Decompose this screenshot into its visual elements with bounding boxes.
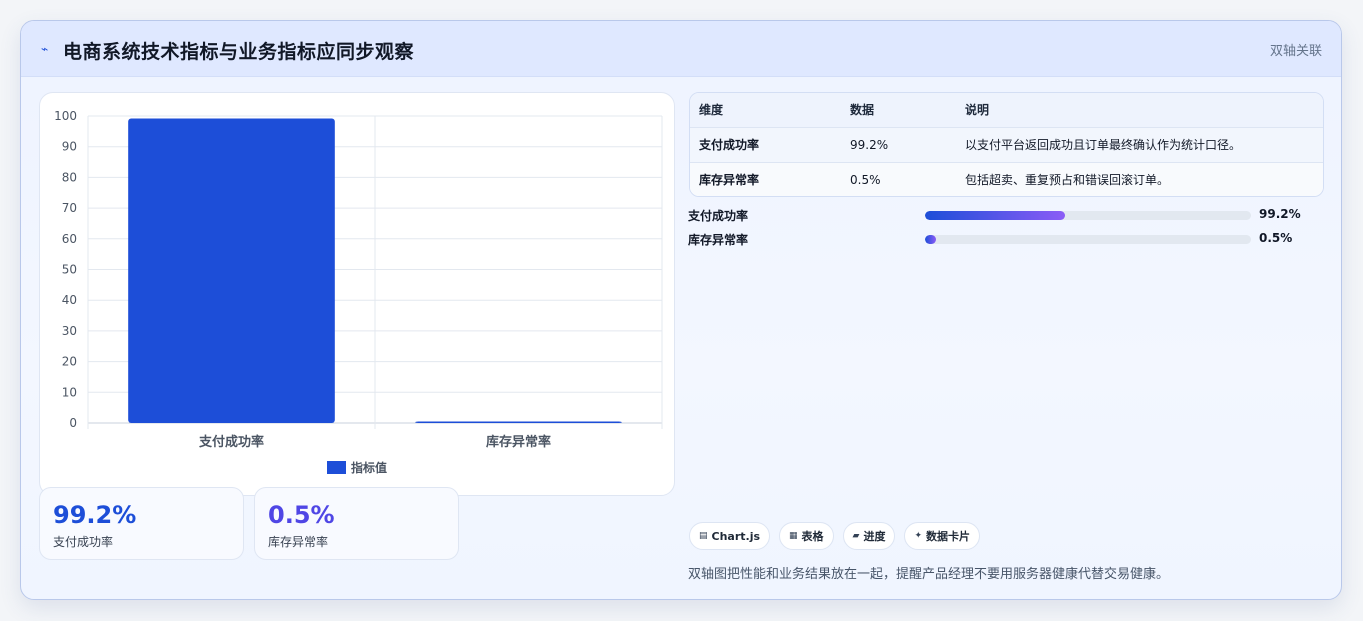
table-cell: 以支付平台返回成功且订单最终确认作为统计口径。 bbox=[965, 138, 1242, 152]
stat-card-inventory: 0.5% 库存异常率 bbox=[254, 487, 459, 560]
progress-value: 0.5% bbox=[1259, 231, 1293, 245]
chart-icon: ▤ bbox=[699, 531, 708, 541]
y-tick-label: 100 bbox=[54, 109, 77, 123]
metrics-table: 维度 数据 说明 支付成功率 99.2% 以支付平台返回成功且订单最终确认作为统… bbox=[689, 92, 1324, 197]
bar-chart: 1009080706050403020100支付成功率 库存异常率指标值 bbox=[54, 109, 663, 475]
table-cell: 支付成功率 bbox=[699, 138, 760, 152]
stat-value: 0.5% bbox=[268, 501, 335, 529]
table-icon: ▦ bbox=[789, 531, 798, 541]
tag-label: 数据卡片 bbox=[926, 530, 971, 543]
tag-label: 进度 bbox=[863, 530, 886, 543]
card-header: ⌁ 电商系统技术指标与业务指标应同步观察 双轴关联 bbox=[21, 21, 1341, 77]
y-tick-label: 60 bbox=[62, 232, 77, 246]
footnote: 双轴图把性能和业务结果放在一起，提醒产品经理不要用服务器健康代替交易健康。 bbox=[688, 567, 1170, 582]
progress-value: 99.2% bbox=[1259, 207, 1301, 221]
table-cell: 99.2% bbox=[850, 137, 889, 152]
progress-track bbox=[925, 235, 1251, 244]
progress-label: 库存异常率 bbox=[688, 233, 749, 247]
tag-label: Chart.js bbox=[711, 529, 761, 543]
column-header: 维度 bbox=[699, 103, 724, 118]
x-tick-label: 库存异常率 bbox=[486, 434, 551, 450]
tag-progress[interactable]: ▰ 进度 bbox=[842, 522, 896, 550]
legend-label: 指标值 bbox=[351, 460, 387, 475]
legend-swatch bbox=[327, 461, 346, 474]
table-cell: 0.5% bbox=[850, 172, 881, 187]
header-badge: 双轴关联 bbox=[1269, 44, 1322, 59]
bar bbox=[415, 421, 622, 423]
y-tick-label: 90 bbox=[62, 140, 77, 154]
table-cell: 库存异常率 bbox=[699, 173, 760, 188]
column-header: 数据 bbox=[850, 103, 875, 118]
y-tick-label: 30 bbox=[62, 324, 77, 338]
bar-chart-panel: 100 90 80 70 60 50 40 30 20 10 0 支付成功率 库存异常率 指标值 bbox=[39, 92, 675, 496]
progress-fill bbox=[925, 235, 936, 244]
tag-chartjs[interactable]: ▤ Chart.js bbox=[689, 522, 771, 550]
table-row: 库存异常率 0.5% 包括超卖、重复预占和错误回滚订单。 bbox=[690, 162, 1323, 196]
progress-row-payment: 支付成功率 99.2% bbox=[688, 207, 1328, 223]
progress-fill bbox=[925, 211, 1066, 220]
stat-card-payment: 99.2% 支付成功率 bbox=[39, 487, 244, 560]
stat-label: 库存异常率 bbox=[268, 535, 329, 549]
progress-track bbox=[925, 211, 1251, 220]
tag-table[interactable]: ▦ 表格 bbox=[779, 522, 834, 550]
y-tick-label: 50 bbox=[62, 263, 77, 277]
y-tick-label: 0 bbox=[69, 416, 77, 430]
pulse-icon: ⌁ bbox=[41, 42, 49, 56]
table-header-row: 维度 数据 说明 bbox=[690, 93, 1323, 127]
y-tick-label: 20 bbox=[62, 355, 77, 369]
tag-list: ▤ Chart.js ▦ 表格 ▰ 进度 ✦ 数据卡片 bbox=[689, 522, 981, 550]
column-header: 说明 bbox=[965, 103, 990, 118]
table-cell: 包括超卖、重复预占和错误回滚订单。 bbox=[965, 173, 1170, 188]
progress-row-inventory: 库存异常率 0.5% bbox=[688, 231, 1328, 247]
progress-label: 支付成功率 bbox=[688, 209, 749, 223]
y-tick-label: 40 bbox=[62, 293, 77, 307]
page-title: 电商系统技术指标与业务指标应同步观察 bbox=[63, 41, 415, 63]
tag-data-card[interactable]: ✦ 数据卡片 bbox=[904, 522, 981, 550]
progress-icon: ▰ bbox=[852, 531, 860, 541]
sparkle-icon: ✦ bbox=[914, 531, 923, 541]
y-tick-label: 70 bbox=[62, 201, 77, 215]
stat-value: 99.2% bbox=[53, 501, 137, 529]
y-tick-label: 10 bbox=[62, 385, 77, 399]
stat-label: 支付成功率 bbox=[53, 535, 114, 549]
y-tick-label: 80 bbox=[62, 170, 77, 184]
table-row: 支付成功率 99.2% 以支付平台返回成功且订单最终确认作为统计口径。 bbox=[690, 127, 1323, 162]
tag-label: 表格 bbox=[801, 530, 824, 543]
bar bbox=[128, 118, 335, 424]
x-tick-label: 支付成功率 bbox=[198, 434, 264, 450]
